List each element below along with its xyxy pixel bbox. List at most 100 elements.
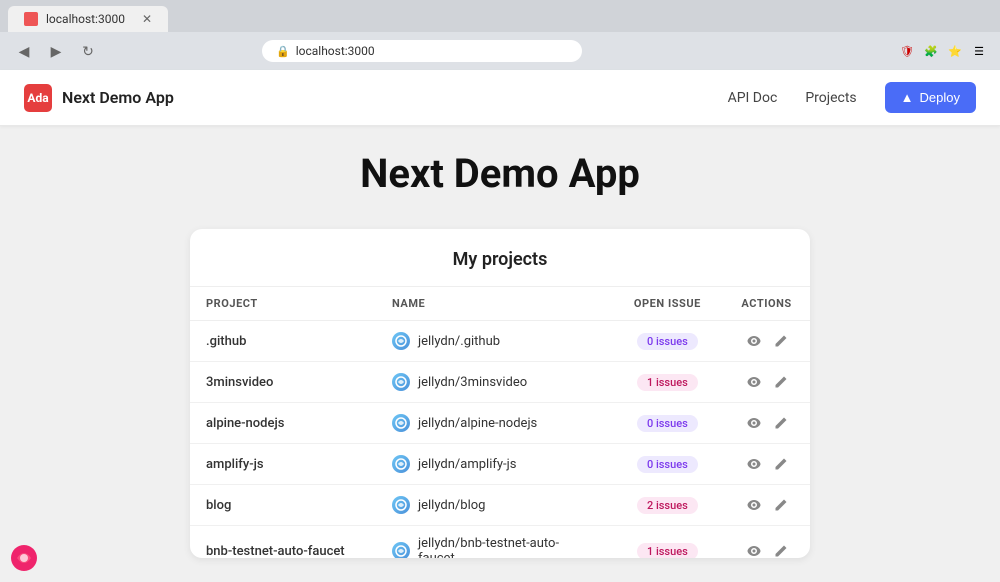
nav-link-api-doc[interactable]: API Doc: [728, 90, 778, 106]
open-issue-cell: 0 issues: [612, 403, 724, 444]
issue-badge: 0 issues: [637, 415, 698, 432]
nav-link-projects[interactable]: Projects: [805, 90, 856, 106]
col-header-actions: ACTIONS: [723, 287, 810, 321]
repo-icon: [392, 373, 410, 391]
repo-name-text: jellydn/.github: [418, 334, 500, 349]
active-tab[interactable]: localhost:3000 ✕: [8, 6, 168, 32]
projects-title: My projects: [190, 229, 810, 286]
project-name-cell: blog: [190, 485, 376, 526]
repo-name-text: jellydn/3minsvideo: [418, 375, 527, 390]
project-name-cell: .github: [190, 321, 376, 362]
table-row: 3minsvideo jellydn/3minsvideo 1 issues: [190, 362, 810, 403]
repo-name-text: jellydn/bnb-testnet-auto-faucet: [418, 536, 596, 558]
issue-badge: 1 issues: [637, 543, 698, 559]
table-row: bnb-testnet-auto-faucet jellydn/bnb-test…: [190, 526, 810, 559]
repo-name-text: jellydn/amplify-js: [418, 457, 516, 472]
edit-button[interactable]: [772, 373, 790, 391]
browser-toolbar: ◀ ▶ ↻ 🔒 localhost:3000 🛡 🧩 ⭐ ☰: [0, 32, 1000, 70]
open-issue-cell: 1 issues: [612, 362, 724, 403]
repo-icon: [392, 542, 410, 558]
address-bar[interactable]: 🔒 localhost:3000: [262, 40, 582, 62]
repo-name-cell: jellydn/3minsvideo: [376, 362, 612, 403]
table-header-row: PROJECT NAME OPEN ISSUE ACTIONS: [190, 287, 810, 321]
browser-tabs: localhost:3000 ✕: [0, 0, 1000, 32]
ext-icon-4: ☰: [970, 42, 988, 60]
brand-logo-text: Ada: [27, 91, 48, 105]
repo-icon: [392, 332, 410, 350]
actions-cell: [723, 526, 810, 559]
actions-cell: [723, 444, 810, 485]
edit-button[interactable]: [772, 542, 790, 558]
ext-icon-1: 🛡: [898, 42, 916, 60]
tab-close-btn[interactable]: ✕: [142, 12, 152, 26]
repo-name-cell: jellydn/alpine-nodejs: [376, 403, 612, 444]
view-button[interactable]: [744, 372, 764, 392]
table-row: .github jellydn/.github 0 issues: [190, 321, 810, 362]
repo-name-text: jellydn/blog: [418, 498, 485, 513]
view-button[interactable]: [744, 541, 764, 558]
ext-icon-2: 🧩: [922, 42, 940, 60]
edit-button[interactable]: [772, 414, 790, 432]
forward-button[interactable]: ▶: [44, 39, 68, 63]
app-content: Ada Next Demo App API Doc Projects ▲ Dep…: [0, 70, 1000, 582]
tab-title: localhost:3000: [46, 12, 125, 26]
browser-chrome: localhost:3000 ✕ ◀ ▶ ↻ 🔒 localhost:3000 …: [0, 0, 1000, 70]
repo-name-cell: jellydn/blog: [376, 485, 612, 526]
open-issue-cell: 0 issues: [612, 321, 724, 362]
brand-name: Next Demo App: [62, 88, 174, 107]
back-button[interactable]: ◀: [12, 39, 36, 63]
address-text: localhost:3000: [296, 44, 375, 58]
main-content: Next Demo App My projects PROJECT NAME O…: [0, 126, 1000, 582]
brand-logo: Ada: [24, 84, 52, 112]
tab-favicon: [24, 12, 38, 26]
project-name-cell: bnb-testnet-auto-faucet: [190, 526, 376, 559]
navbar-nav: API Doc Projects ▲ Deploy: [728, 82, 976, 113]
issue-badge: 0 issues: [637, 456, 698, 473]
view-button[interactable]: [744, 331, 764, 351]
edit-button[interactable]: [772, 455, 790, 473]
view-button[interactable]: [744, 413, 764, 433]
repo-icon: [392, 414, 410, 432]
view-button[interactable]: [744, 495, 764, 515]
navbar-brand: Ada Next Demo App: [24, 84, 174, 112]
deploy-button[interactable]: ▲ Deploy: [885, 82, 976, 113]
project-name-cell: amplify-js: [190, 444, 376, 485]
project-name-cell: 3minsvideo: [190, 362, 376, 403]
col-header-name: NAME: [376, 287, 612, 321]
issue-badge: 1 issues: [637, 374, 698, 391]
issue-badge: 0 issues: [637, 333, 698, 350]
col-header-open-issue: OPEN ISSUE: [612, 287, 724, 321]
col-header-project: PROJECT: [190, 287, 376, 321]
actions-cell: [723, 403, 810, 444]
edit-button[interactable]: [772, 332, 790, 350]
projects-table: PROJECT NAME OPEN ISSUE ACTIONS .github: [190, 286, 810, 558]
projects-section: My projects PROJECT NAME OPEN ISSUE ACTI…: [190, 229, 810, 558]
open-issue-cell: 0 issues: [612, 444, 724, 485]
repo-icon: [392, 496, 410, 514]
table-row: blog jellydn/blog 2 issues: [190, 485, 810, 526]
reload-button[interactable]: ↻: [76, 39, 100, 63]
edit-button[interactable]: [772, 496, 790, 514]
ext-icon-3: ⭐: [946, 42, 964, 60]
repo-name-text: jellydn/alpine-nodejs: [418, 416, 537, 431]
repo-name-cell: jellydn/bnb-testnet-auto-faucet: [376, 526, 612, 559]
issue-badge: 2 issues: [637, 497, 698, 514]
repo-icon: [392, 455, 410, 473]
repo-name-cell: jellydn/amplify-js: [376, 444, 612, 485]
repo-name-cell: jellydn/.github: [376, 321, 612, 362]
deploy-label: Deploy: [920, 90, 960, 105]
page-heading: Next Demo App: [360, 150, 640, 197]
table-row: alpine-nodejs jellydn/alpine-nodejs 0 is…: [190, 403, 810, 444]
actions-cell: [723, 362, 810, 403]
open-issue-cell: 1 issues: [612, 526, 724, 559]
bottom-left-icon: [10, 544, 38, 572]
table-row: amplify-js jellydn/amplify-js 0 issues: [190, 444, 810, 485]
actions-cell: [723, 485, 810, 526]
deploy-icon: ▲: [901, 90, 914, 105]
open-issue-cell: 2 issues: [612, 485, 724, 526]
browser-extensions: 🛡 🧩 ⭐ ☰: [898, 42, 988, 60]
navbar: Ada Next Demo App API Doc Projects ▲ Dep…: [0, 70, 1000, 126]
actions-cell: [723, 321, 810, 362]
project-name-cell: alpine-nodejs: [190, 403, 376, 444]
view-button[interactable]: [744, 454, 764, 474]
